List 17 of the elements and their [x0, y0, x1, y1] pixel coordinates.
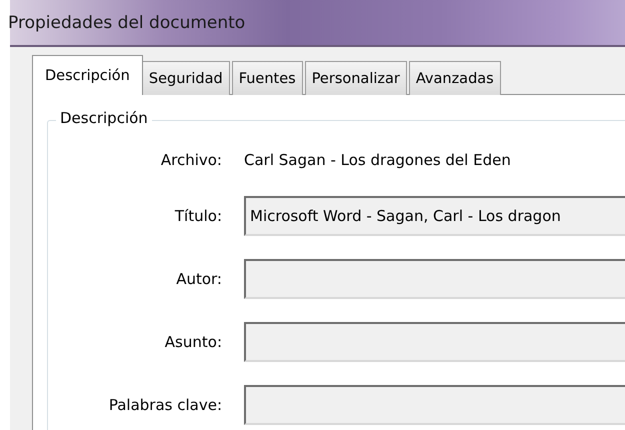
window-title: Propiedades del documento [8, 12, 246, 32]
field-label: Título: [174, 207, 222, 225]
tab[interactable]: Descripción [32, 55, 143, 95]
input-field[interactable] [244, 259, 625, 299]
tab[interactable]: Seguridad [142, 61, 230, 95]
tab[interactable]: Avanzadas [408, 61, 501, 95]
input-field[interactable]: Microsoft Word - Sagan, Carl - Los dragon [244, 196, 625, 236]
field-label: Autor: [175, 270, 222, 288]
input-field[interactable] [244, 322, 625, 362]
input-field[interactable] [244, 385, 625, 425]
field-label: Asunto: [164, 333, 222, 351]
file-name: Carl Sagan - Los dragones del Eden [244, 151, 511, 169]
field-label: Archivo: [160, 151, 222, 169]
tab[interactable]: Fuentes [232, 61, 303, 95]
tab[interactable]: Personalizar [304, 61, 407, 95]
field-label: Palabras clave: [108, 396, 222, 414]
group-title: Descripción [56, 109, 152, 127]
